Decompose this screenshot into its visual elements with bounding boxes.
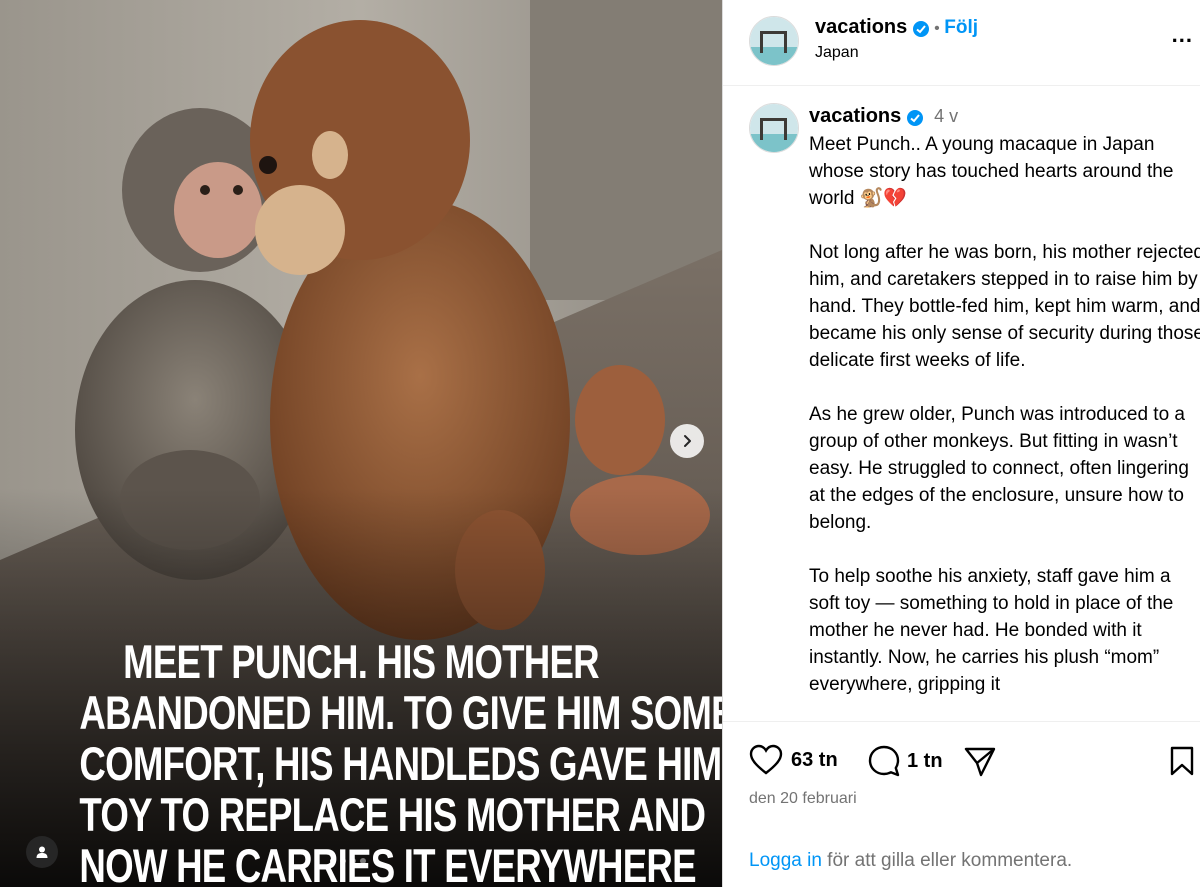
post-media[interactable]: MEET PUNCH. HIS MOTHER ABANDONED HIM. TO… [0, 0, 722, 887]
comments-section[interactable]: vacations 4 v Meet Punch.. A young macaq… [723, 87, 1200, 721]
save-button[interactable] [1169, 746, 1195, 776]
caption-line: MEET PUNCH. HIS MOTHER [123, 635, 600, 688]
post-header: vacations • Följ Japan ... [723, 0, 1200, 86]
avatar[interactable] [749, 16, 799, 66]
comment-button[interactable]: 1 tn [867, 744, 943, 778]
carousel-dot [330, 858, 336, 864]
login-prompt: Logga in för att gilla eller kommentera. [749, 850, 1072, 872]
header-separator: • [934, 20, 940, 37]
comment-header-row: vacations 4 v [809, 105, 958, 128]
carousel-next-button[interactable] [670, 424, 704, 458]
comment-count[interactable]: 1 tn [907, 750, 943, 773]
caption-body: Meet Punch.. A young macaque in Japan wh… [809, 134, 1200, 695]
carousel-dot [340, 858, 346, 864]
post-date[interactable]: den 20 februari [749, 790, 857, 808]
comment-age[interactable]: 4 v [934, 106, 958, 126]
send-icon [964, 747, 996, 777]
login-prompt-text: för att gilla eller kommentera. [821, 850, 1073, 871]
location-link[interactable]: Japan [815, 44, 859, 62]
comment-icon [868, 745, 900, 777]
verified-badge-icon [906, 109, 923, 126]
header-username[interactable]: vacations [815, 16, 907, 38]
post-side-panel: vacations • Följ Japan ... vacations 4 v… [722, 0, 1200, 887]
verified-badge-icon [912, 20, 929, 37]
comment-username[interactable]: vacations [809, 105, 901, 127]
beach-avatar-image [750, 17, 798, 65]
share-button[interactable] [963, 746, 997, 778]
login-link[interactable]: Logga in [749, 850, 822, 871]
chevron-right-icon [684, 435, 691, 447]
more-options-button[interactable]: ... [1172, 22, 1193, 48]
like-count[interactable]: 63 tn [791, 749, 838, 772]
follow-button[interactable]: Följ [944, 17, 978, 38]
beach-avatar-image [750, 104, 798, 152]
heart-icon [749, 744, 783, 775]
carousel-dot [360, 858, 366, 864]
bookmark-icon [1170, 746, 1194, 776]
image-caption-text: MEET PUNCH. HIS MOTHER ABANDONED HIM. TO… [79, 635, 722, 887]
caption-line: COMFORT, HIS HANDLEDS GAVE HIM A [79, 737, 722, 790]
carousel-dot [350, 858, 356, 864]
header-title-row: vacations • Följ [815, 16, 978, 39]
like-button[interactable]: 63 tn [749, 744, 838, 776]
caption-line: ABANDONED HIM. TO GIVE HIM SOME [79, 686, 722, 739]
carousel-indicator [330, 858, 366, 864]
user-icon [36, 846, 48, 858]
caption-line: TOY TO REPLACE HIS MOTHER AND [79, 788, 706, 841]
tagged-users-button[interactable] [26, 836, 58, 868]
instagram-post-view: MEET PUNCH. HIS MOTHER ABANDONED HIM. TO… [0, 0, 1200, 887]
comment-avatar[interactable] [749, 103, 799, 153]
